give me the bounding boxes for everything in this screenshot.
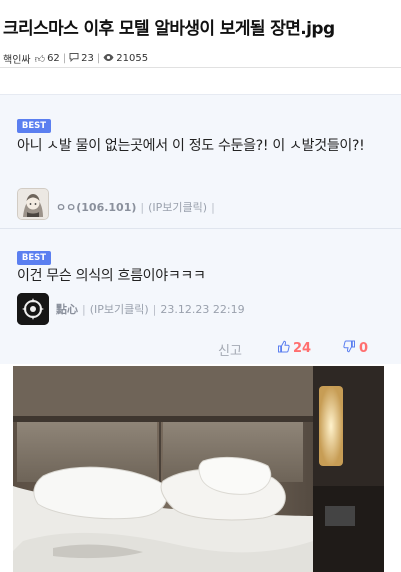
post-meta: 핵인싸 👍︎ 62 | 23 | 21055 [3,51,148,66]
byline-divider: | [152,302,157,316]
post-like-count: 62 [47,53,60,64]
dislike-button[interactable]: 0 [343,340,368,356]
thumbs-up-icon: 👍︎ [34,53,46,65]
post-header: 크리스마스 이후 모텔 알바생이 보게될 장면.jpg 핵인싸 👍︎ 62 | … [0,0,401,68]
byline-divider: | [140,200,145,214]
report-button[interactable]: 신고 [218,340,242,359]
comment-text: 아니 ㅅ발 물이 없는곳에서 이 정도 수둔을?! 이 ㅅ발것들이?! [17,138,365,154]
post-author[interactable]: 핵인싸 [3,51,31,66]
comment-byline: 點心 | (IP보기클릭) | 23.12.23 22:19 [56,301,245,317]
comment-nickname[interactable]: ㅇㅇ(106.101) [56,199,136,215]
post-photo [13,366,384,572]
like-count: 24 [293,340,312,356]
header-divider [0,67,401,68]
post-title[interactable]: 크리스마스 이후 모텔 알바생이 보게될 장면.jpg [3,14,335,39]
thumbs-down-icon [343,340,356,356]
comment-actions: 신고 24 0 [0,340,401,360]
byline-divider: | [82,302,86,316]
best-badge: BEST [17,251,51,265]
best-badge: BEST [17,119,51,133]
byline-divider: | [211,200,215,214]
eye-icon [103,53,114,65]
comment-text: 이건 무슨 의식의 흐름이야ㅋㅋㅋ [17,268,206,284]
ip-view-link[interactable]: (IP보기클릭) [148,199,207,215]
speech-bubble-icon [69,52,79,65]
like-button[interactable]: 24 [277,340,311,356]
dislike-count: 0 [359,340,369,356]
post-comment-count: 23 [81,53,94,64]
avatar[interactable] [17,188,49,220]
best-comment-list: BEST 아니 ㅅ발 물이 없는곳에서 이 정도 수둔을?! 이 ㅅ발것들이?!… [0,94,401,364]
best-comment: BEST 이건 무슨 의식의 흐름이야ㅋㅋㅋ 點心 | (IP보기클릭) | 2… [0,228,401,365]
best-comment: BEST 아니 ㅅ발 물이 없는곳에서 이 정도 수둔을?! 이 ㅅ발것들이?!… [0,94,401,229]
meta-divider: | [62,53,67,64]
comment-nickname[interactable]: 點心 [56,301,78,317]
avatar[interactable] [17,293,49,325]
meta-divider: | [96,53,101,64]
post-view-count: 21055 [116,53,149,64]
comment-byline: ㅇㅇ(106.101) | (IP보기클릭) | [56,199,219,215]
comment-datetime: 23.12.23 22:19 [160,302,245,316]
thumbs-up-icon [277,340,290,356]
ip-view-link[interactable]: (IP보기클릭) [90,301,149,317]
